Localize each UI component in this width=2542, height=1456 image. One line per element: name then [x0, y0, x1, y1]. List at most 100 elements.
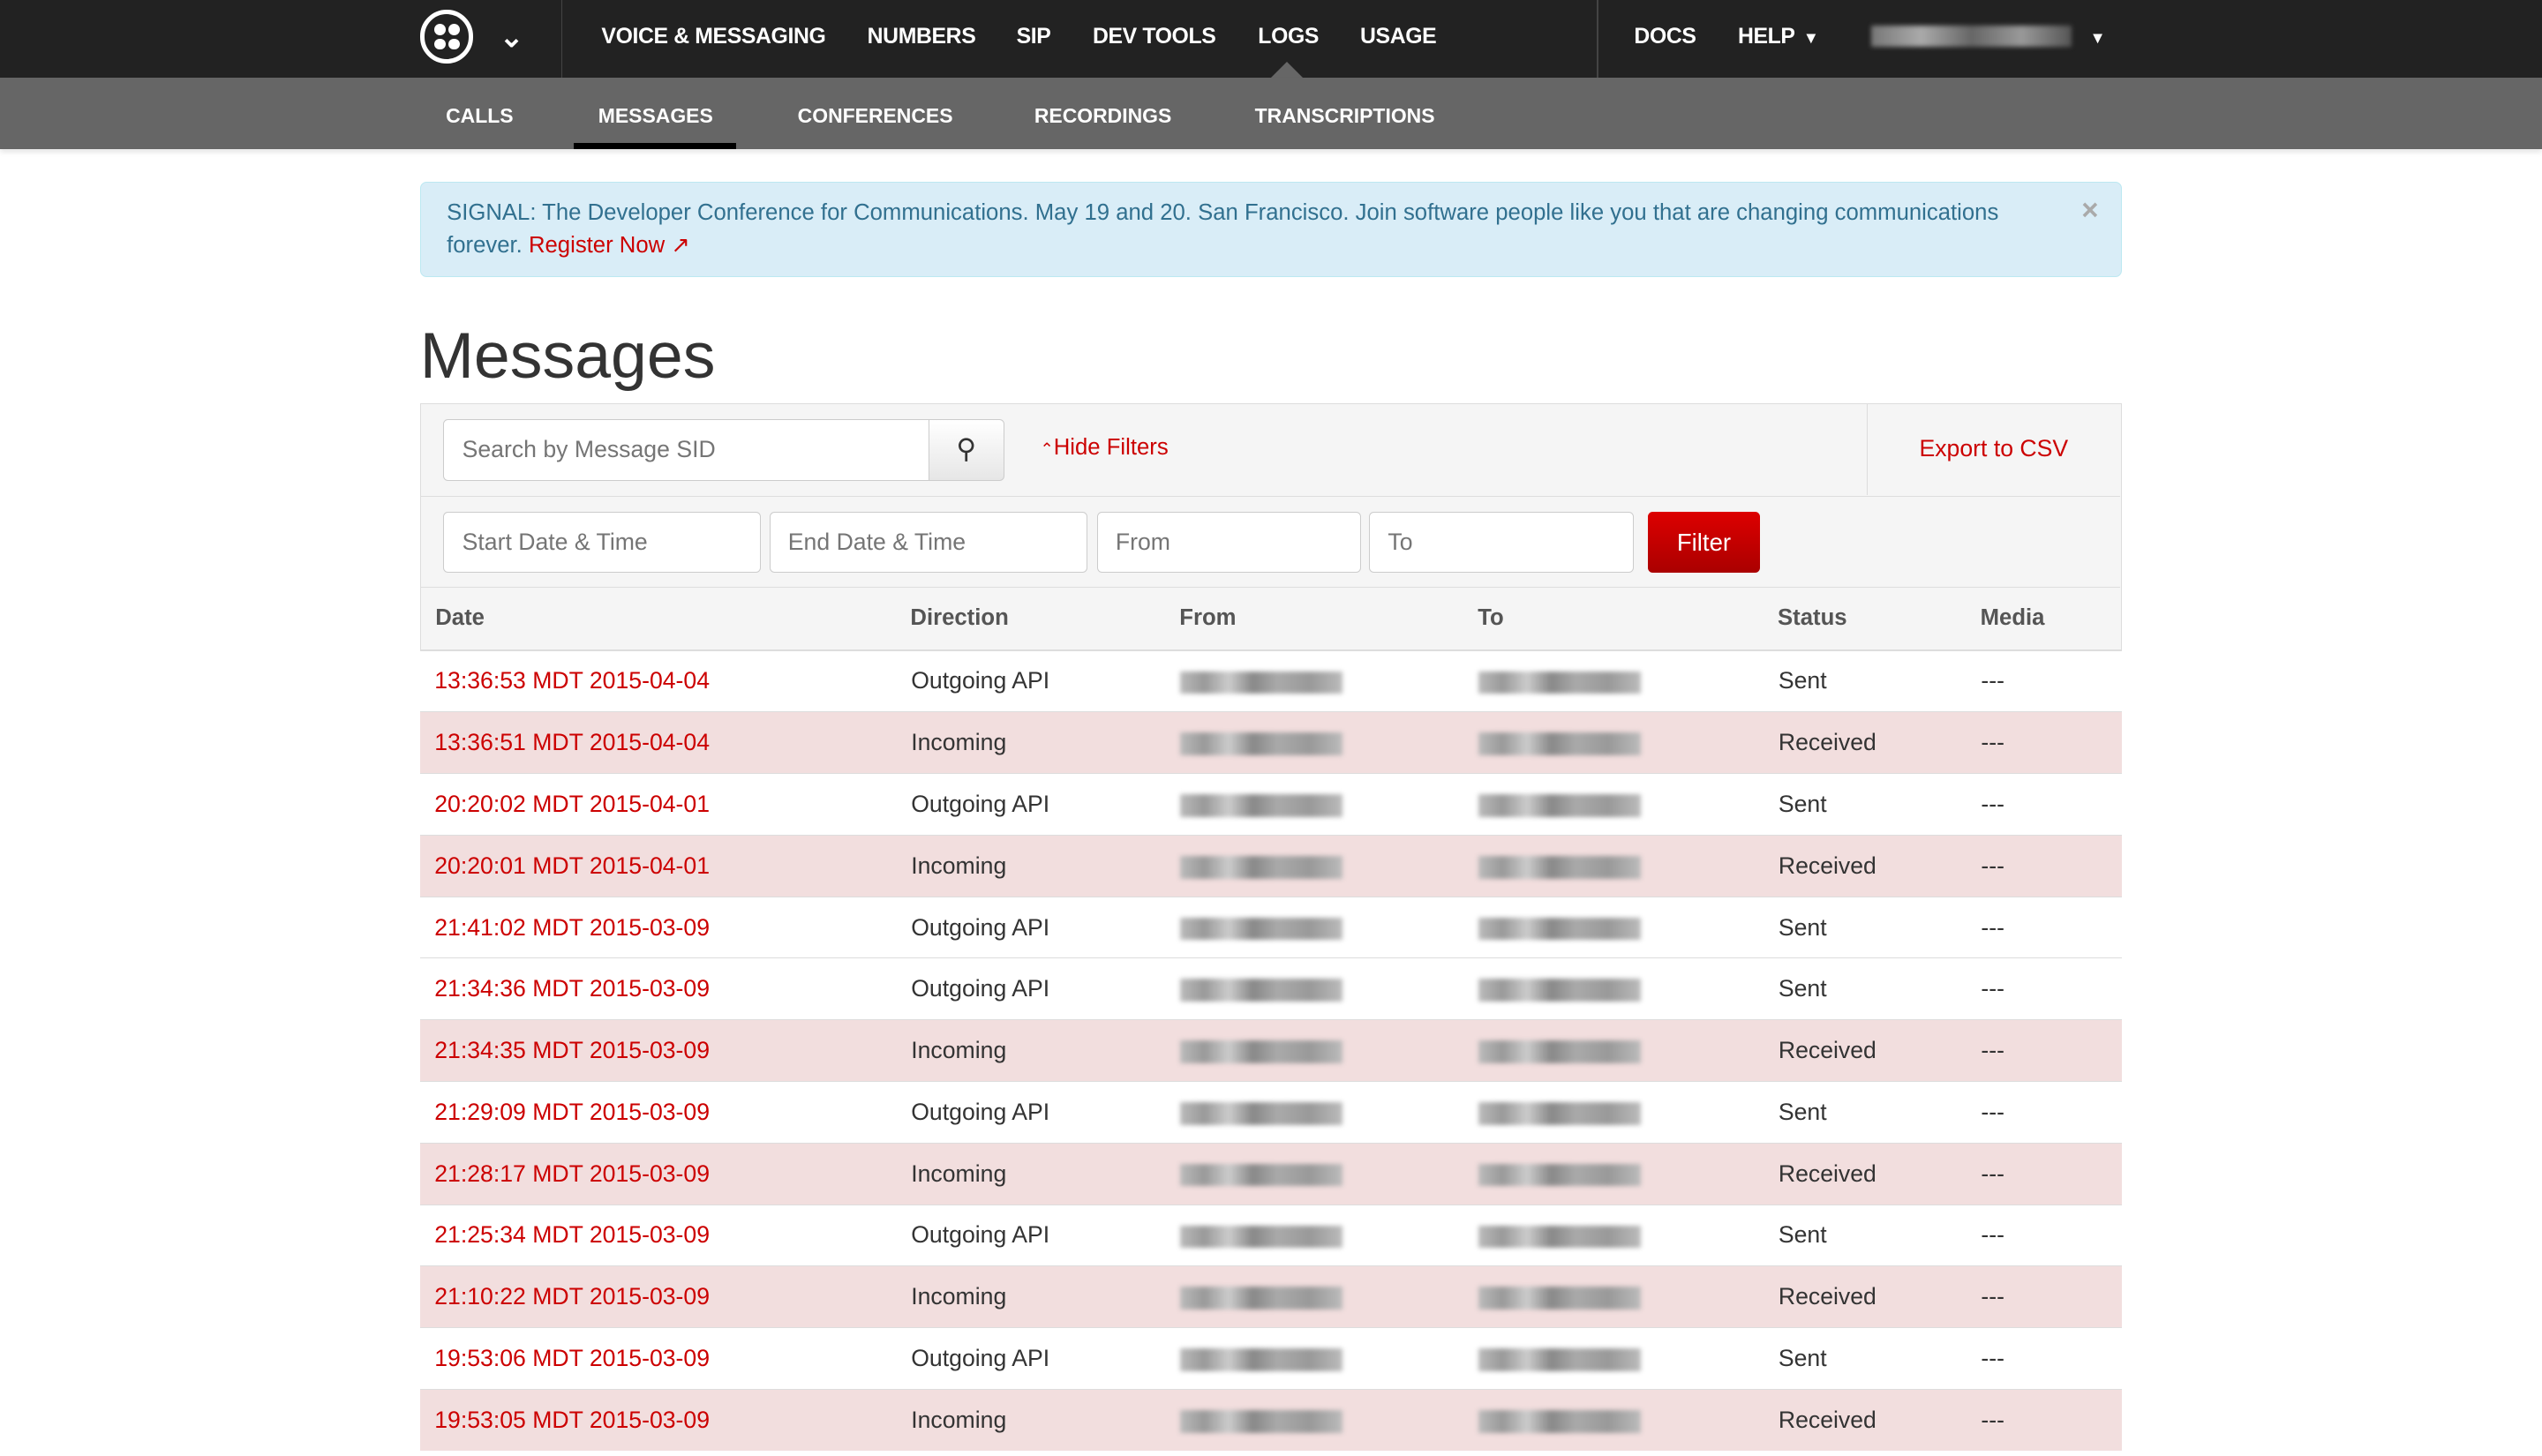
to-redacted	[1478, 773, 1779, 836]
table-row[interactable]: 13:36:53 MDT 2015-04-04 Outgoing API Sen…	[419, 649, 2123, 712]
caret-down-icon: ▼	[1802, 27, 1819, 47]
nav-docs[interactable]: DOCS	[1634, 25, 1696, 49]
date-link[interactable]: 13:36:51 MDT 2015-04-04	[419, 711, 912, 774]
date-link[interactable]: 13:36:53 MDT 2015-04-04	[419, 649, 912, 712]
divider	[1597, 0, 1598, 79]
to-redacted	[1478, 649, 1779, 712]
from-input[interactable]	[1096, 511, 1361, 574]
col-media: Media	[1980, 605, 2045, 631]
hide-filters-link[interactable]: ⌃Hide Filters	[1040, 435, 1168, 461]
table-row[interactable]: 21:34:36 MDT 2015-03-09 Outgoing API Sen…	[419, 957, 2123, 1020]
col-direction: Direction	[910, 605, 1009, 631]
status: Sent	[1778, 896, 1982, 958]
page-title: Messages	[419, 318, 716, 392]
table-row[interactable]: 21:29:09 MDT 2015-03-09 Outgoing API Sen…	[419, 1080, 2123, 1144]
nav-usage[interactable]: USAGE	[1360, 25, 1437, 49]
status: Sent	[1778, 1327, 1982, 1390]
date-link[interactable]: 21:25:34 MDT 2015-03-09	[419, 1204, 912, 1266]
search-input[interactable]	[443, 418, 930, 481]
table-row[interactable]: 21:41:02 MDT 2015-03-09 Outgoing API Sen…	[419, 896, 2123, 958]
date-link[interactable]: 21:41:02 MDT 2015-03-09	[419, 896, 912, 958]
table-row[interactable]: 13:36:51 MDT 2015-04-04 Incoming Receive…	[419, 711, 2123, 774]
start-date-input[interactable]	[443, 511, 762, 574]
from-redacted	[1180, 957, 1479, 1020]
media: ---	[1981, 649, 2123, 712]
status: Sent	[1778, 649, 1982, 712]
date-link[interactable]: 19:53:06 MDT 2015-03-09	[419, 1327, 912, 1390]
nav-logs[interactable]: LOGS	[1258, 25, 1319, 49]
status: Received	[1778, 1388, 1982, 1452]
status: Received	[1778, 1019, 1982, 1082]
media: ---	[1981, 1142, 2123, 1205]
to-redacted	[1478, 1080, 1779, 1144]
from-redacted	[1180, 711, 1479, 774]
status: Sent	[1778, 957, 1982, 1020]
media: ---	[1981, 1080, 2123, 1144]
to-input[interactable]	[1369, 511, 1634, 574]
date-link[interactable]: 21:10:22 MDT 2015-03-09	[419, 1265, 912, 1328]
direction: Incoming	[911, 1019, 1181, 1082]
divider	[560, 0, 563, 79]
date-link[interactable]: 20:20:02 MDT 2015-04-01	[419, 773, 912, 836]
table-row[interactable]: 21:25:34 MDT 2015-03-09 Outgoing API Sen…	[419, 1204, 2123, 1266]
tab-recordings[interactable]: RECORDINGS	[1034, 104, 1171, 128]
account-menu-caret[interactable]: ▼	[2081, 25, 2106, 49]
table-row[interactable]: 21:10:22 MDT 2015-03-09 Incoming Receive…	[419, 1265, 2123, 1328]
nav-numbers[interactable]: NUMBERS	[868, 25, 976, 49]
end-date-input[interactable]	[769, 511, 1087, 574]
tab-transcriptions[interactable]: TRANSCRIPTIONS	[1255, 104, 1435, 128]
direction: Outgoing API	[911, 1204, 1181, 1266]
date-link[interactable]: 21:34:36 MDT 2015-03-09	[419, 957, 912, 1020]
date-link[interactable]: 21:28:17 MDT 2015-03-09	[419, 1142, 912, 1205]
from-redacted	[1180, 896, 1479, 958]
export-csv-link[interactable]: Export to CSV	[1867, 404, 2120, 496]
date-link[interactable]: 21:29:09 MDT 2015-03-09	[419, 1080, 912, 1144]
table-row[interactable]: 20:20:02 MDT 2015-04-01 Outgoing API Sen…	[419, 773, 2123, 836]
search-button[interactable]: ⚲	[928, 418, 1004, 481]
search-icon: ⚲	[956, 432, 977, 464]
to-redacted	[1478, 711, 1779, 774]
media: ---	[1981, 1388, 2123, 1452]
table-row[interactable]: 19:53:05 MDT 2015-03-09 Incoming Receive…	[419, 1388, 2123, 1452]
close-icon[interactable]: ×	[2081, 195, 2098, 228]
media: ---	[1981, 1019, 2123, 1082]
nav-sip[interactable]: SIP	[1017, 25, 1051, 49]
nav-help[interactable]: HELP ▼	[1738, 25, 1819, 49]
direction: Incoming	[911, 1142, 1181, 1205]
direction: Incoming	[911, 1265, 1181, 1328]
tab-messages[interactable]: MESSAGES	[598, 104, 713, 128]
to-redacted	[1478, 1204, 1779, 1266]
tab-calls[interactable]: CALLS	[446, 104, 513, 128]
to-redacted	[1478, 1142, 1779, 1205]
nav-voice-messaging[interactable]: VOICE & MESSAGING	[601, 25, 825, 49]
table-row[interactable]: 20:20:01 MDT 2015-04-01 Incoming Receive…	[419, 834, 2123, 897]
from-redacted	[1180, 773, 1479, 836]
direction: Outgoing API	[911, 649, 1181, 712]
media: ---	[1981, 834, 2123, 897]
external-link-icon: ↗	[671, 232, 690, 258]
table-row[interactable]: 19:53:06 MDT 2015-03-09 Outgoing API Sen…	[419, 1327, 2123, 1390]
from-redacted	[1180, 1327, 1479, 1390]
date-link[interactable]: 19:53:05 MDT 2015-03-09	[419, 1388, 912, 1452]
tab-conferences[interactable]: CONFERENCES	[798, 104, 953, 128]
direction: Outgoing API	[911, 896, 1181, 958]
table-row[interactable]: 21:28:17 MDT 2015-03-09 Incoming Receive…	[419, 1142, 2123, 1205]
filter-button[interactable]: Filter	[1648, 511, 1760, 574]
col-date[interactable]: Date	[435, 605, 485, 631]
date-link[interactable]: 21:34:35 MDT 2015-03-09	[419, 1019, 912, 1082]
col-to: To	[1478, 605, 1504, 631]
register-now-link[interactable]: Register Now ↗	[529, 233, 690, 258]
active-indicator	[1270, 62, 1303, 78]
from-redacted	[1180, 1265, 1479, 1328]
status: Received	[1778, 1142, 1982, 1205]
nav-dev-tools[interactable]: DEV TOOLS	[1093, 25, 1216, 49]
table-row[interactable]: 21:34:35 MDT 2015-03-09 Incoming Receive…	[419, 1019, 2123, 1082]
twilio-logo[interactable]	[419, 10, 474, 64]
date-link[interactable]: 20:20:01 MDT 2015-04-01	[419, 834, 912, 897]
chevron-down-icon[interactable]: ⌄	[500, 19, 524, 55]
from-redacted	[1180, 1142, 1479, 1205]
account-name-redacted[interactable]	[1870, 26, 2072, 48]
double-chevron-up-icon: ⌃	[1040, 439, 1054, 459]
to-redacted	[1478, 1327, 1779, 1390]
direction: Outgoing API	[911, 957, 1181, 1020]
